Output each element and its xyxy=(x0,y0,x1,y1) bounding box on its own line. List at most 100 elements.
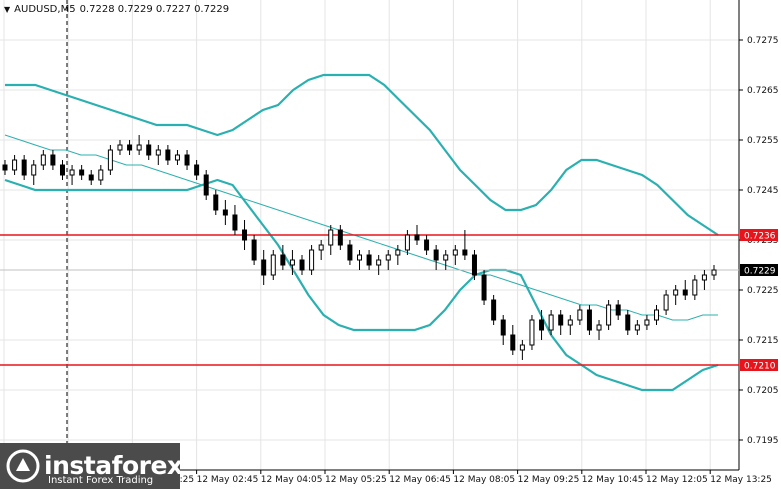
candle xyxy=(711,265,717,280)
candle-body xyxy=(270,254,276,276)
price-tick-label: 0.7225 xyxy=(747,286,779,296)
candle-body xyxy=(280,254,286,266)
candle xyxy=(40,150,46,170)
candle xyxy=(376,255,382,275)
candle-body xyxy=(289,259,295,266)
candle xyxy=(654,305,660,325)
candle-body xyxy=(404,234,410,251)
candle xyxy=(50,150,56,170)
candle-body xyxy=(462,249,468,256)
candle xyxy=(443,250,449,270)
candle-body xyxy=(347,244,353,261)
candle-body xyxy=(510,334,516,351)
candle-body xyxy=(519,344,525,351)
candle-body xyxy=(107,149,113,171)
logo-tagline: Instant Forex Trading xyxy=(48,475,154,486)
candle-body xyxy=(558,314,564,326)
candle xyxy=(165,145,171,165)
candle-body xyxy=(644,319,650,326)
candle-body xyxy=(242,229,248,241)
candle-body xyxy=(586,309,592,331)
candle-body xyxy=(69,169,75,176)
price-label-text: 0.7236 xyxy=(744,232,776,242)
candle xyxy=(519,340,525,360)
candle-body xyxy=(194,164,200,176)
candle xyxy=(471,250,477,280)
candle xyxy=(251,235,257,265)
price-tick-label: 0.7215 xyxy=(747,336,779,346)
candle-body xyxy=(615,304,621,316)
candle-body xyxy=(328,229,334,246)
candle-body xyxy=(213,194,219,211)
candle xyxy=(309,245,315,275)
candle xyxy=(529,315,535,350)
candle-body xyxy=(146,144,152,156)
candle-body xyxy=(424,239,430,251)
time-tick-label: 12 May 13:25 xyxy=(710,475,772,485)
candle-body xyxy=(625,314,631,331)
candle xyxy=(510,325,516,355)
candle xyxy=(625,310,631,335)
candle-body xyxy=(481,274,487,301)
candle xyxy=(404,230,410,255)
time-tick-label: 12 May 06:45 xyxy=(389,475,451,485)
dropdown-triangle-icon[interactable]: ▼ xyxy=(4,5,10,14)
candle xyxy=(194,160,200,180)
candle xyxy=(347,240,353,265)
candle-body xyxy=(127,144,133,151)
candle xyxy=(577,305,583,325)
price-tick-label: 0.7195 xyxy=(747,436,779,446)
candle xyxy=(452,245,458,265)
time-tick-label: 12 May 02:45 xyxy=(197,475,259,485)
candle xyxy=(270,250,276,280)
candle-body xyxy=(184,154,190,166)
candle-body xyxy=(203,174,209,196)
candle-body xyxy=(59,164,65,176)
time-tick-label: 12 May 04:05 xyxy=(261,475,323,485)
candle-body xyxy=(318,244,324,251)
candle-body xyxy=(31,164,37,176)
time-tick-label: 12 May 08:05 xyxy=(453,475,515,485)
candle xyxy=(586,305,592,335)
candle xyxy=(69,165,75,185)
candle-body xyxy=(299,259,305,271)
candle xyxy=(567,315,573,335)
time-tick-label: 12 May 05:25 xyxy=(325,475,387,485)
candle-body xyxy=(443,254,449,261)
price-label-text: 0.7229 xyxy=(744,267,776,277)
ohlc-readout: 0.7228 0.7229 0.7227 0.7229 xyxy=(79,4,230,15)
candle-body xyxy=(606,304,612,326)
candle xyxy=(299,255,305,275)
candle xyxy=(59,160,65,180)
candle-body xyxy=(395,249,401,256)
candle-body xyxy=(567,319,573,326)
candle xyxy=(663,290,669,315)
candle-body xyxy=(682,289,688,296)
candle-body xyxy=(337,229,343,246)
price-chart[interactable]: 0.72750.72650.72550.72450.72350.72250.72… xyxy=(0,0,781,489)
candle-body xyxy=(251,239,257,261)
candle-body xyxy=(548,314,554,331)
candle xyxy=(174,150,180,165)
candle-body xyxy=(309,249,315,271)
instaforex-mark-icon xyxy=(6,449,40,483)
candle-body xyxy=(40,154,46,166)
candlesticks xyxy=(2,135,717,360)
candle-body xyxy=(232,214,238,231)
candle-body xyxy=(2,164,8,171)
candle xyxy=(433,245,439,270)
price-label-lower: 0.7210 xyxy=(740,359,778,372)
candle-body xyxy=(471,254,477,276)
candle-body xyxy=(539,319,545,331)
candle xyxy=(491,295,497,325)
candle-body xyxy=(50,154,56,166)
candle-body xyxy=(711,269,717,276)
candle-body xyxy=(136,144,142,151)
candle xyxy=(692,275,698,300)
candle-body xyxy=(692,279,698,296)
candle xyxy=(481,270,487,305)
candle-body xyxy=(701,274,707,281)
candle xyxy=(146,140,152,160)
candle-body xyxy=(654,309,660,321)
candle-body xyxy=(529,319,535,346)
